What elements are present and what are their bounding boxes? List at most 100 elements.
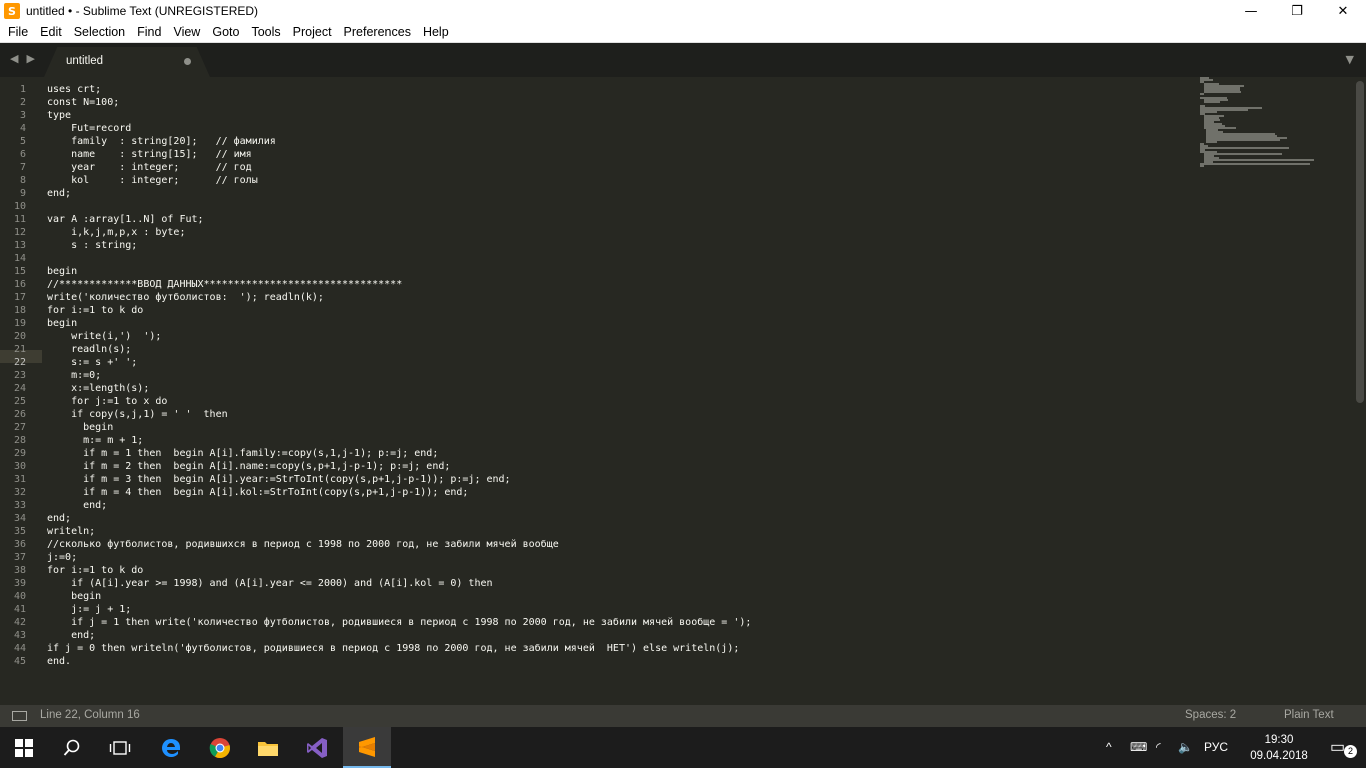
code-line[interactable]: name : string[15]; // имя — [47, 148, 751, 161]
code-line[interactable]: m:=0; — [47, 369, 751, 382]
code-line[interactable]: if m = 2 then begin A[i].name:=copy(s,p+… — [47, 460, 751, 473]
syntax-setting[interactable]: Plain Text — [1284, 709, 1334, 721]
show-hidden-icons-icon[interactable]: ^ — [1106, 740, 1112, 754]
code-line[interactable]: const N=100; — [47, 96, 751, 109]
menu-find[interactable]: Find — [131, 22, 167, 43]
line-number: 16 — [13, 279, 26, 290]
code-line[interactable]: x:=length(s); — [47, 382, 751, 395]
file-explorer-icon[interactable] — [244, 727, 292, 768]
minimap-line — [1204, 91, 1241, 93]
action-center-icon[interactable]: ▭ — [1330, 737, 1345, 757]
code-line[interactable]: write(i,') '); — [47, 330, 751, 343]
code-line[interactable]: if m = 1 then begin A[i].family:=copy(s,… — [47, 447, 751, 460]
clock[interactable]: 19:30 09.04.2018 — [1244, 732, 1314, 764]
code-line[interactable]: for i:=1 to k do — [47, 304, 751, 317]
line-number: 8 — [19, 175, 26, 186]
code-line[interactable]: end; — [47, 512, 751, 525]
code-line[interactable]: if (A[i].year >= 1998) and (A[i].year <=… — [47, 577, 751, 590]
code-line[interactable]: end. — [47, 655, 751, 668]
tab-prev-icon[interactable]: ◀ — [10, 52, 18, 65]
network-settings-icon[interactable]: ⌨ — [1130, 740, 1147, 754]
code-line[interactable]: begin — [47, 590, 751, 603]
menu-goto[interactable]: Goto — [206, 22, 245, 43]
code-line[interactable]: if j = 1 then write('количество футболис… — [47, 616, 751, 629]
tab-next-icon[interactable]: ▶ — [26, 52, 34, 65]
code-line[interactable]: if m = 4 then begin A[i].kol:=StrToInt(c… — [47, 486, 751, 499]
code-line[interactable]: begin — [47, 265, 751, 278]
code-line[interactable]: readln(s); — [47, 343, 751, 356]
menu-view[interactable]: View — [167, 22, 206, 43]
indentation-setting[interactable]: Spaces: 2 — [1185, 709, 1236, 721]
code-line[interactable]: type — [47, 109, 751, 122]
line-number: 23 — [13, 370, 26, 381]
start-button[interactable] — [0, 727, 48, 768]
panel-toggle-icon[interactable] — [12, 711, 27, 721]
close-button[interactable]: ✕ — [1320, 0, 1366, 22]
maximize-button[interactable]: ❐ — [1274, 0, 1320, 22]
menu-preferences[interactable]: Preferences — [338, 22, 417, 43]
menu-file[interactable]: File — [0, 22, 34, 43]
menu-project[interactable]: Project — [287, 22, 338, 43]
code-line[interactable]: m:= m + 1; — [47, 434, 751, 447]
wifi-icon[interactable]: ◜ — [1156, 740, 1161, 754]
code-line[interactable] — [47, 252, 751, 265]
code-line[interactable]: uses crt; — [47, 83, 751, 96]
code-line[interactable]: end; — [47, 499, 751, 512]
code-line[interactable]: s : string; — [47, 239, 751, 252]
code-line[interactable]: begin — [47, 421, 751, 434]
tab-label[interactable]: untitled — [66, 55, 103, 67]
code-line[interactable]: writeln; — [47, 525, 751, 538]
menu-help[interactable]: Help — [417, 22, 455, 43]
menu-selection[interactable]: Selection — [68, 22, 131, 43]
line-number: 6 — [19, 149, 26, 160]
volume-icon[interactable]: 🔈 — [1178, 740, 1193, 754]
code-line[interactable]: write('количество футболистов: '); readl… — [47, 291, 751, 304]
task-view-icon[interactable] — [96, 727, 144, 768]
code-line[interactable]: family : string[20]; // фамилия — [47, 135, 751, 148]
code-line[interactable]: kol : integer; // голы — [47, 174, 751, 187]
language-indicator[interactable]: РУС — [1204, 740, 1228, 754]
tab-bar: ◀ ▶ — [0, 43, 1366, 77]
sublime-taskbar-icon[interactable] — [343, 727, 391, 768]
line-number: 9 — [19, 188, 26, 199]
code-line[interactable]: //сколько футболистов, родившихся в пери… — [47, 538, 751, 551]
code-line[interactable]: s:= s +' '; — [47, 356, 751, 369]
code-line[interactable]: j:=0; — [47, 551, 751, 564]
code-line[interactable]: begin — [47, 317, 751, 330]
code-line[interactable]: for j:=1 to x do — [47, 395, 751, 408]
minimap[interactable] — [1200, 77, 1350, 177]
code-line[interactable]: i,k,j,m,p,x : byte; — [47, 226, 751, 239]
line-number: 15 — [13, 266, 26, 277]
chrome-browser-icon[interactable] — [196, 727, 244, 768]
code-line[interactable]: j:= j + 1; — [47, 603, 751, 616]
code-line[interactable]: end; — [47, 629, 751, 642]
line-number: 20 — [13, 331, 26, 342]
tab-dropdown-icon[interactable]: ▼ — [1346, 53, 1354, 66]
windows-taskbar: ^ ⌨ ◜ 🔈 РУС 19:30 09.04.2018 ▭ 2 — [0, 727, 1366, 768]
code-line[interactable]: year : integer; // год — [47, 161, 751, 174]
visual-studio-icon[interactable] — [293, 727, 341, 768]
code-line[interactable]: end; — [47, 187, 751, 200]
unsaved-dot-icon[interactable] — [184, 58, 191, 65]
code-line[interactable]: for i:=1 to k do — [47, 564, 751, 577]
search-icon[interactable] — [48, 727, 96, 768]
minimap-line — [1200, 163, 1310, 165]
code-line[interactable] — [47, 200, 751, 213]
code-line[interactable]: //*************ВВОД ДАННЫХ**************… — [47, 278, 751, 291]
minimap-line — [1204, 101, 1220, 103]
code-text[interactable]: uses crt; const N=100; type Fut=record fam… — [47, 83, 751, 668]
editor-pane[interactable]: 1 2 3 4 5 6 7 8 9 10 11 12 13 14 15 16 17 18 19 20 21 22 23 24 2… — [0, 77, 1366, 705]
line-number: 45 — [13, 656, 26, 667]
menu-edit[interactable]: Edit — [34, 22, 68, 43]
vertical-scrollbar[interactable] — [1356, 81, 1364, 403]
menu-tools[interactable]: Tools — [245, 22, 286, 43]
code-line[interactable]: if m = 3 then begin A[i].year:=StrToInt(… — [47, 473, 751, 486]
code-line[interactable]: Fut=record — [47, 122, 751, 135]
minimize-button[interactable]: — — [1228, 0, 1274, 22]
clock-time: 19:30 — [1264, 734, 1294, 746]
edge-browser-icon[interactable] — [147, 727, 195, 768]
code-line[interactable]: if j = 0 then writeln('футболистов, роди… — [47, 642, 751, 655]
code-line[interactable]: if copy(s,j,1) = ' ' then — [47, 408, 751, 421]
code-line[interactable]: var A :array[1..N] of Fut; — [47, 213, 751, 226]
line-number: 40 — [13, 591, 26, 602]
